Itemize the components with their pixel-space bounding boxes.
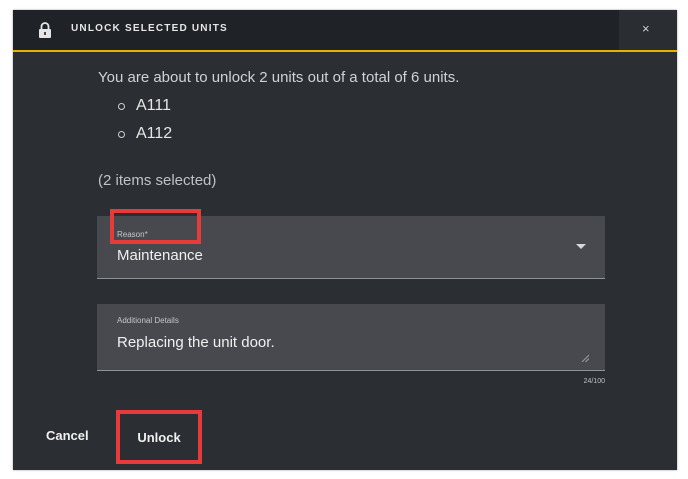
bullet-icon — [118, 103, 125, 110]
list-item: A111 — [118, 96, 172, 124]
unit-list: A111 A112 — [118, 96, 172, 152]
resize-handle-icon[interactable] — [581, 354, 589, 362]
close-icon[interactable]: × — [642, 22, 650, 36]
character-counter: 24/100 — [583, 378, 605, 385]
dialog-title: UNLOCK SELECTED UNITS — [71, 23, 228, 34]
cancel-button[interactable]: Cancel — [46, 428, 89, 443]
unlock-units-dialog: UNLOCK SELECTED UNITS × You are about to… — [13, 10, 677, 470]
unlock-summary-text: You are about to unlock 2 units out of a… — [98, 69, 460, 86]
unlock-button[interactable]: Unlock — [116, 410, 202, 464]
reason-value: Maintenance — [117, 247, 203, 264]
dialog-titlebar: UNLOCK SELECTED UNITS × — [13, 10, 677, 52]
list-item: A112 — [118, 124, 172, 152]
selected-count: (2 items selected) — [98, 172, 217, 189]
details-value[interactable]: Replacing the unit door. — [117, 334, 275, 351]
dropdown-arrow-icon[interactable] — [576, 244, 586, 249]
close-button[interactable]: × — [619, 10, 677, 50]
bullet-icon — [118, 131, 125, 138]
additional-details-textarea[interactable]: Additional Details Replacing the unit do… — [97, 304, 605, 371]
reason-label-highlight — [110, 209, 201, 244]
lock-icon — [39, 22, 51, 38]
unit-name: A111 — [136, 97, 171, 114]
unit-name: A112 — [136, 125, 173, 142]
details-label: Additional Details — [117, 316, 179, 325]
